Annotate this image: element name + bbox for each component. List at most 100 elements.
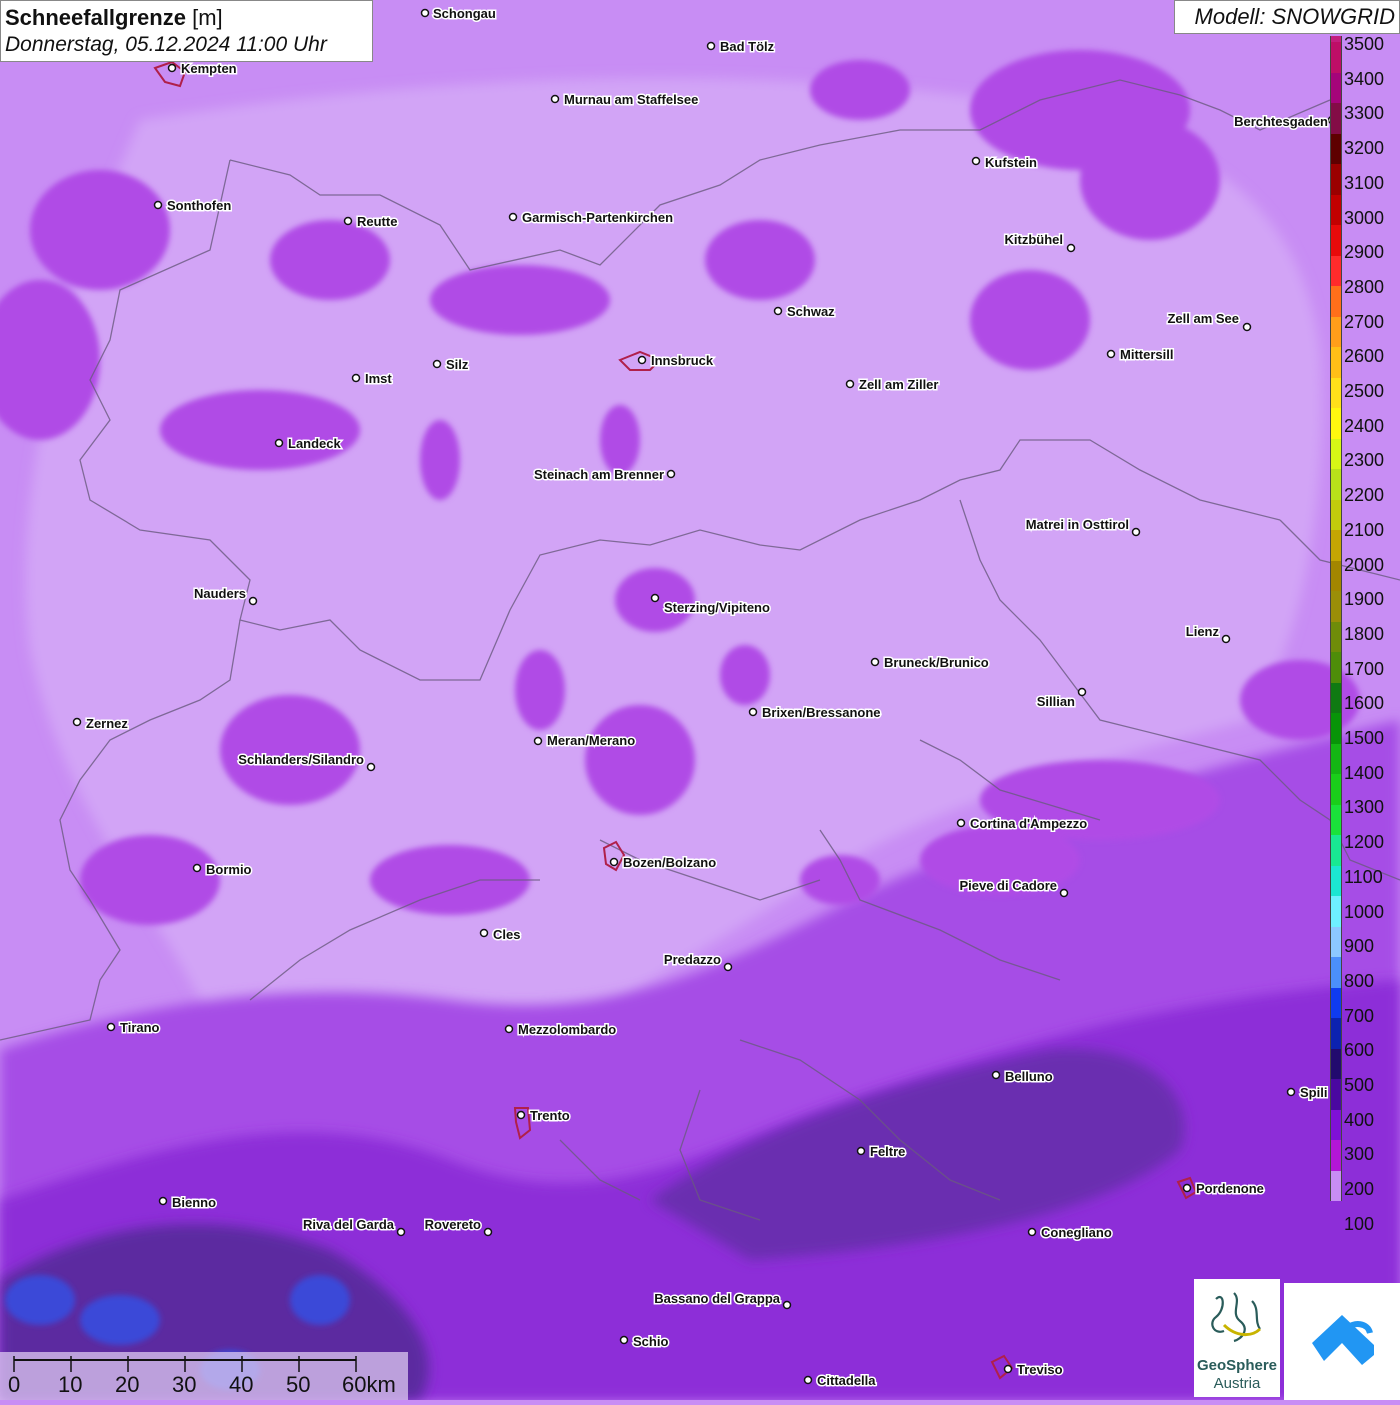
- city-marker[interactable]: Cortina d'Ampezzo: [956, 815, 1089, 833]
- legend-label: 2900: [1344, 242, 1385, 263]
- legend-label: 700: [1344, 1005, 1375, 1026]
- legend-label: 2200: [1344, 485, 1385, 506]
- legend-swatch: [1330, 408, 1342, 439]
- legend-swatch: [1330, 560, 1342, 591]
- city-dot: [1003, 1364, 1013, 1374]
- city-label: Pieve di Cadore: [959, 878, 1057, 893]
- city-dot: [106, 1022, 116, 1032]
- city-dot: [870, 657, 880, 667]
- city-marker[interactable]: Sonthofen: [153, 197, 233, 215]
- legend-swatch: [1330, 347, 1342, 378]
- city-label: Schio: [633, 1334, 668, 1349]
- city-dot: [158, 1196, 168, 1206]
- city-dot: [274, 438, 284, 448]
- legend-swatch: [1330, 987, 1342, 1018]
- legend-label: 2300: [1344, 450, 1385, 471]
- city-marker[interactable]: Schongau: [420, 5, 497, 23]
- city-marker[interactable]: Steinach am Brenner: [532, 466, 676, 484]
- legend-swatch: [1330, 652, 1342, 683]
- legend-label: 2400: [1344, 415, 1385, 436]
- city-dot: [479, 928, 489, 938]
- legend-label: 3400: [1344, 68, 1385, 89]
- snowfall-limit-map[interactable]: Schongau Bad Tölz Kempten Murnau am Staffel…: [0, 0, 1400, 1400]
- arrow-logo-icon: [1312, 1315, 1374, 1365]
- legend-swatch: [1330, 194, 1342, 225]
- city-label: Schwaz: [787, 304, 835, 319]
- city-dot: [748, 707, 758, 717]
- legend-swatch: [1330, 713, 1342, 744]
- city-dot: [1182, 1183, 1192, 1193]
- city-label: Bad Tölz: [720, 39, 775, 54]
- legend-swatch: [1330, 103, 1342, 134]
- city-marker[interactable]: Mezzolombardo: [504, 1021, 618, 1039]
- city-label: Predazzo: [664, 952, 721, 967]
- city-label: Innsbruck: [651, 353, 714, 368]
- legend-label: 500: [1344, 1075, 1375, 1095]
- legend-swatch: [1330, 804, 1342, 835]
- scale-label: 20: [115, 1372, 140, 1397]
- city-label: Nauders: [194, 586, 246, 601]
- legend-label: 100: [1344, 1213, 1375, 1234]
- city-label: Sillian: [1037, 694, 1075, 709]
- city-dot: [192, 863, 202, 873]
- legend-label: 1400: [1344, 762, 1385, 783]
- city-marker[interactable]: Zell am Ziller: [845, 376, 940, 394]
- scale-label: 50: [286, 1372, 311, 1397]
- city-label: Tirano: [120, 1020, 160, 1035]
- city-label: Mezzolombardo: [518, 1022, 616, 1037]
- city-dot: [803, 1375, 813, 1385]
- city-dot: [343, 216, 353, 226]
- city-marker[interactable]: Pordenone: [1182, 1180, 1265, 1198]
- city-marker[interactable]: Bruneck/Brunico: [870, 654, 990, 672]
- city-label: Reutte: [357, 214, 397, 229]
- city-dot: [153, 200, 163, 210]
- geosphere-logo-icon: [1211, 1292, 1262, 1343]
- legend-label: 1500: [1344, 728, 1385, 748]
- city-marker[interactable]: Berchtesgaden: [1233, 113, 1337, 131]
- city-dot: [72, 717, 82, 727]
- city-label: Cortina d'Ampezzo: [970, 816, 1087, 831]
- city-label: Cles: [493, 927, 520, 942]
- geosphere-logo[interactable]: GeoSphere Austria: [1194, 1279, 1280, 1397]
- city-label: Spili: [1300, 1085, 1327, 1100]
- legend-swatch: [1330, 1079, 1342, 1110]
- city-marker[interactable]: Garmisch-Partenkirchen: [508, 209, 675, 227]
- city-marker[interactable]: Brixen/Bressanone: [748, 704, 882, 722]
- legend-label: 1900: [1344, 589, 1385, 610]
- city-marker[interactable]: Bassano del Grappa: [653, 1290, 792, 1310]
- city-dot: [420, 8, 430, 18]
- city-marker[interactable]: Conegliano: [1027, 1224, 1113, 1242]
- city-label: Murnau am Staffelsee: [564, 92, 698, 107]
- legend-label: 3100: [1344, 172, 1385, 193]
- city-dot: [516, 1110, 526, 1120]
- legend-label: 3300: [1344, 103, 1385, 124]
- city-label: Treviso: [1017, 1362, 1063, 1377]
- city-label: Landeck: [288, 436, 342, 451]
- legend-swatch: [1330, 255, 1342, 286]
- city-dot: [432, 359, 442, 369]
- scale-label: 30: [172, 1372, 197, 1397]
- city-marker[interactable]: Murnau am Staffelsee: [550, 91, 700, 109]
- legend-label: 1700: [1344, 658, 1385, 679]
- city-marker[interactable]: Meran/Merano: [533, 732, 637, 750]
- city-dot: [971, 156, 981, 166]
- city-marker[interactable]: Bozen/Bolzano: [609, 854, 718, 872]
- city-label: Silz: [446, 357, 469, 372]
- title-box: Schneefallgrenze [m] Donnerstag, 05.12.2…: [0, 0, 373, 62]
- city-label: Imst: [365, 371, 392, 386]
- city-label: Conegliano: [1041, 1225, 1112, 1240]
- legend-swatch: [1330, 72, 1342, 103]
- app-logo[interactable]: [1284, 1283, 1400, 1400]
- legend-swatch: [1330, 1018, 1342, 1049]
- legend-swatch: [1330, 530, 1342, 561]
- city-label: Zell am See: [1167, 311, 1239, 326]
- map-datetime: Donnerstag, 05.12.2024 11:00 Uhr: [5, 33, 327, 56]
- city-dot: [1106, 349, 1116, 359]
- legend-swatch: [1330, 1170, 1342, 1201]
- legend-swatch: [1330, 926, 1342, 957]
- city-label: Belluno: [1005, 1069, 1053, 1084]
- legend-label: 1000: [1344, 901, 1385, 922]
- city-label: Sterzing/Vipiteno: [664, 600, 770, 615]
- legend-swatch: [1330, 438, 1342, 469]
- legend-label: 600: [1344, 1040, 1375, 1061]
